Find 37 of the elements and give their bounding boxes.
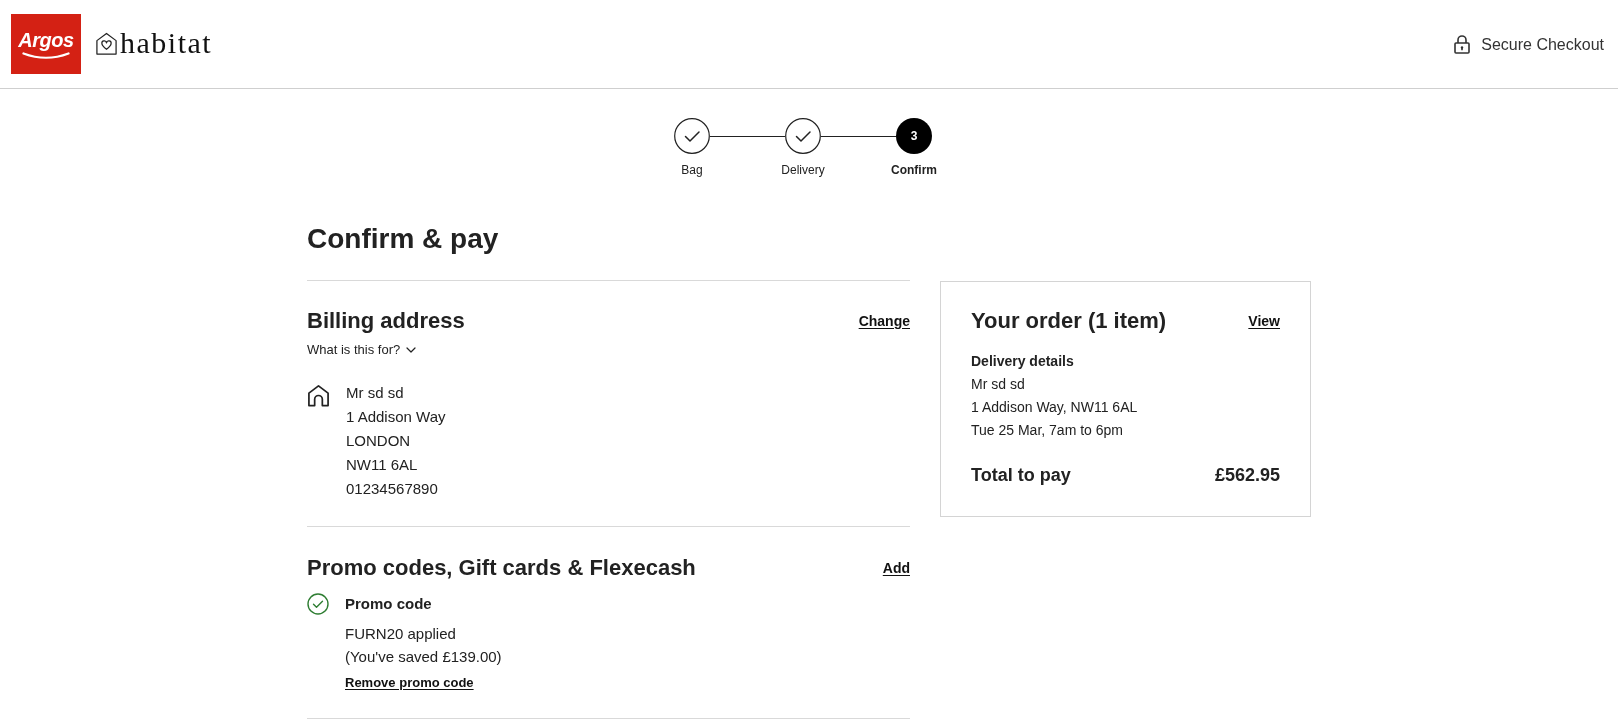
help-toggle[interactable]: What is this for? [307, 341, 417, 359]
address-line: Mr sd sd [346, 383, 405, 403]
total-amount: £562.95 [1214, 464, 1280, 487]
step-label: Bag [681, 162, 703, 178]
address-line: 1 Addison Way [346, 407, 446, 427]
promo-detail: FURN20 applied [345, 624, 457, 644]
step-number-badge: 3 [896, 118, 932, 154]
check-circle-icon [785, 118, 821, 154]
total-label: Total to pay [971, 464, 1071, 487]
page-title: Confirm & pay [307, 222, 500, 256]
check-circle-icon [674, 118, 710, 154]
text-link[interactable]: Add [882, 557, 910, 579]
promo-detail: (You've saved £139.00) [345, 647, 502, 667]
address-line: LONDON [346, 431, 412, 451]
check-circle-icon [307, 593, 329, 615]
text-link[interactable]: Remove promo code [345, 675, 474, 690]
argos-logo[interactable]: Argos [11, 14, 81, 74]
section-heading: Billing address [307, 307, 465, 335]
padlock-icon [1454, 35, 1471, 54]
house-icon [307, 384, 330, 407]
delivery-heading: Delivery details [971, 352, 1075, 371]
secure-checkout-label: Secure Checkout [1481, 34, 1604, 55]
house-heart-icon [95, 31, 118, 55]
delivery-line: Mr sd sd [971, 375, 1026, 394]
text-link[interactable]: View [1248, 310, 1280, 332]
card-heading: Your order (1 item) [971, 307, 1167, 335]
habitat-logo[interactable]: habitat [95, 27, 213, 61]
promo-title: Promo code [345, 594, 432, 614]
address-line: NW11 6AL [346, 455, 419, 475]
delivery-line: 1 Addison Way, NW11 6AL [971, 398, 1139, 417]
step-label: Confirm [891, 162, 937, 178]
swoosh-icon [22, 52, 70, 60]
delivery-line: Tue 25 Mar, 7am to 6pm [971, 421, 1124, 440]
step-label: Delivery [781, 162, 825, 178]
section-heading: Promo codes, Gift cards & Flexecash [307, 554, 696, 582]
address-line: 01234567890 [346, 479, 439, 499]
text-link[interactable]: Change [858, 310, 910, 332]
